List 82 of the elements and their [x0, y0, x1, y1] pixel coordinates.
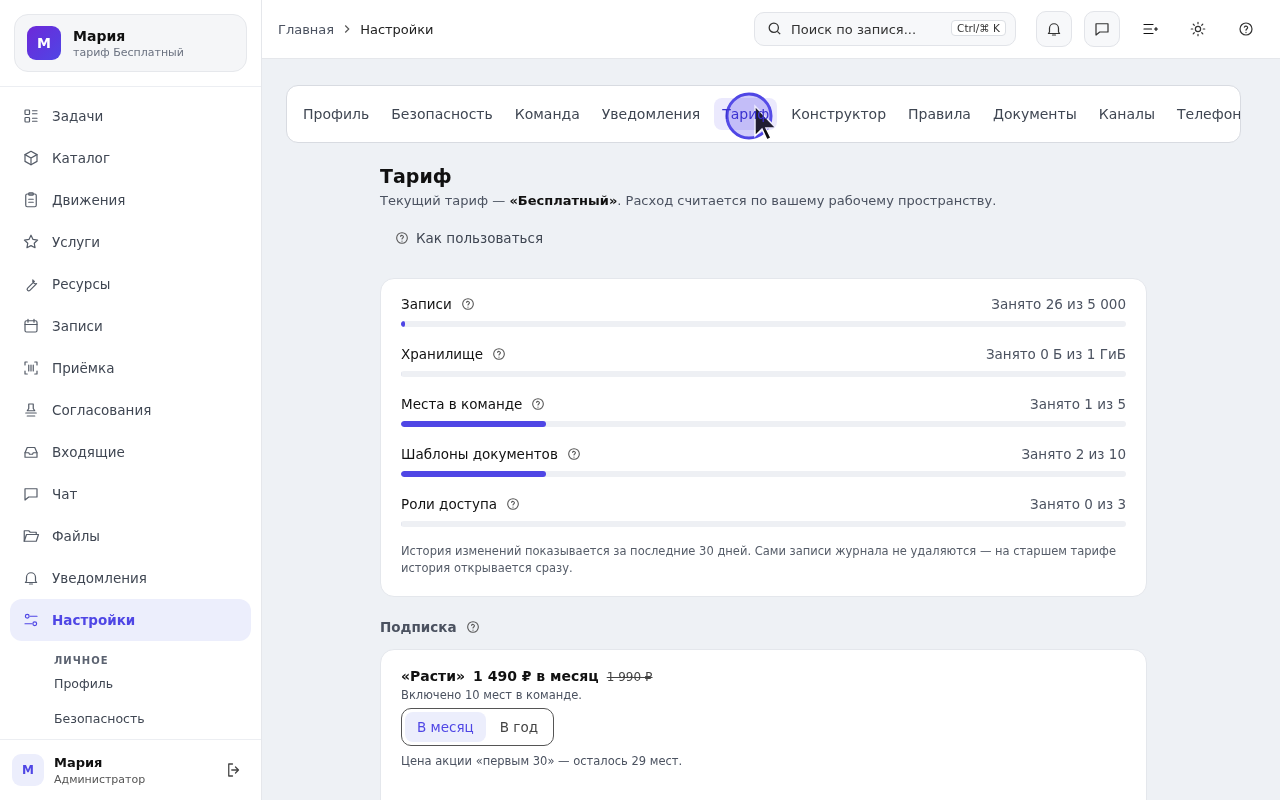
- sidebar-item[interactable]: Уведомления: [10, 557, 251, 599]
- breadcrumb[interactable]: Настройки: [360, 21, 434, 37]
- nav-icon: [22, 191, 40, 209]
- sun-icon: [1189, 20, 1207, 38]
- sidebar-subitem[interactable]: Безопасность: [10, 701, 251, 736]
- account-plan: тариф Бесплатный: [73, 45, 184, 59]
- tab[interactable]: Конструктор: [783, 98, 895, 130]
- old-price: 1 990 ₽: [606, 670, 653, 685]
- sidebar-item[interactable]: Согласования: [10, 389, 251, 431]
- period-option[interactable]: В месяц: [405, 712, 486, 743]
- usage-reading: Занято 0 из 3: [1030, 496, 1126, 512]
- account-card[interactable]: М Мария тариф Бесплатный: [14, 14, 247, 72]
- sidebar-item[interactable]: Файлы: [10, 515, 251, 557]
- chat-icon: [1093, 20, 1111, 38]
- nav-icon: [22, 317, 40, 335]
- plan-included: Включено 10 мест в команде.: [401, 688, 583, 703]
- usage-label: Роли доступа: [401, 496, 498, 512]
- nav-icon: [22, 569, 40, 587]
- sidebar-item[interactable]: Приёмка: [10, 347, 251, 389]
- page-title: Тариф: [380, 165, 453, 187]
- usage-reading: Занято 2 из 10: [1021, 446, 1126, 462]
- notifications-button[interactable]: [1036, 11, 1072, 47]
- nav-icon: [22, 149, 40, 167]
- help-icon[interactable]: [505, 496, 522, 512]
- user-role: Администратор: [54, 772, 147, 786]
- user-name: Мария: [54, 754, 104, 770]
- usage-reading: Занято 26 из 5 000: [991, 296, 1126, 312]
- help-icon[interactable]: [565, 446, 582, 462]
- tab[interactable]: Команда: [506, 98, 588, 130]
- avatar: М: [12, 754, 44, 786]
- usage-note: История изменений показывается за последние 30 дней. Сами записи журнала не удаляются — на старшем тарифе история открывается сразу.: [401, 543, 1117, 577]
- sidebar-item[interactable]: Движения: [10, 179, 251, 221]
- usage-label: Хранилище: [401, 346, 484, 362]
- tab[interactable]: Правила: [900, 98, 979, 130]
- usage-label: Места в команде: [401, 396, 523, 412]
- plan-name: «Расти»: [401, 668, 466, 685]
- sidebar-subitem[interactable]: Профиль: [10, 666, 251, 701]
- nav-icon: [22, 527, 40, 545]
- usage-label: Записи: [401, 296, 452, 312]
- help-icon[interactable]: [491, 346, 508, 362]
- plan-price: 1 490 ₽ в месяц: [473, 668, 599, 685]
- help-icon[interactable]: [459, 296, 476, 312]
- search-icon: [766, 20, 783, 37]
- section-heading: ЛИЧНОЕ: [53, 654, 110, 666]
- sidebar-item[interactable]: Каталог: [10, 137, 251, 179]
- nav-icon: [22, 233, 40, 251]
- help-icon: [1237, 20, 1255, 38]
- help-icon[interactable]: [530, 396, 547, 412]
- breadcrumb[interactable]: Главная: [278, 21, 335, 37]
- sidebar-item[interactable]: Записи: [10, 305, 251, 347]
- period-option[interactable]: В год: [487, 712, 551, 743]
- sidebar-item[interactable]: Входящие: [10, 431, 251, 473]
- tab[interactable]: Безопасность: [383, 98, 501, 130]
- sidebar-item[interactable]: Задачи: [10, 95, 251, 137]
- nav-icon: [22, 611, 40, 629]
- account-name: Мария: [73, 27, 127, 44]
- section-title: Подписка: [380, 619, 457, 636]
- nav-icon: [22, 359, 40, 377]
- shortcut-hint: Ctrl/⌘ K: [951, 20, 1006, 36]
- nav-icon: [22, 401, 40, 419]
- page-description: Текущий тариф — «Бесплатный». Расход считается по вашему рабочему пространству.: [380, 193, 998, 208]
- chat-button[interactable]: [1084, 11, 1120, 47]
- nav-icon: [22, 485, 40, 503]
- tab[interactable]: Каналы: [1090, 98, 1163, 130]
- promo-note: Цена акции «первым 30» — осталось 29 мест.: [401, 754, 684, 769]
- usage-label: Шаблоны документов: [401, 446, 558, 462]
- usage-reading: Занято 1 из 5: [1030, 396, 1126, 412]
- tab[interactable]: Телефон: [1169, 98, 1240, 130]
- usage-reading: Занято 0 Б из 1 ГиБ: [985, 346, 1126, 362]
- sidebar-item[interactable]: Ресурсы: [10, 263, 251, 305]
- sidebar-item[interactable]: Чат: [10, 473, 251, 515]
- sidebar-item[interactable]: Услуги: [10, 221, 251, 263]
- nav-icon: [22, 107, 40, 125]
- help-icon: [394, 230, 410, 246]
- bell-icon: [1045, 20, 1063, 38]
- help-icon[interactable]: [464, 619, 481, 636]
- tab[interactable]: Уведомления: [593, 98, 709, 130]
- tab[interactable]: Документы: [984, 98, 1085, 130]
- tab[interactable]: Профиль: [295, 98, 378, 130]
- help-link[interactable]: Как пользоваться: [394, 230, 543, 246]
- sidebar-item[interactable]: Настройки: [10, 599, 251, 641]
- avatar: М: [27, 26, 61, 60]
